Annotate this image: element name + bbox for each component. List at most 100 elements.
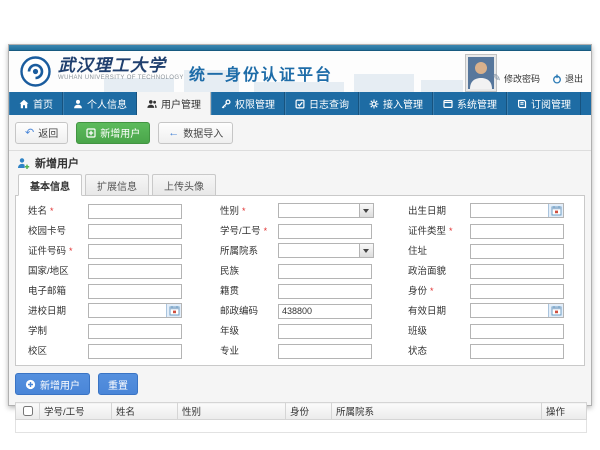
form-actions: 新增用户 重置 (9, 366, 591, 402)
status-input[interactable] (470, 344, 564, 359)
valid-date-input[interactable] (470, 303, 564, 318)
chevron-down-icon (359, 244, 373, 257)
calendar-icon[interactable] (548, 204, 563, 217)
add-user-toolbar-button[interactable]: 新增用户 (76, 122, 150, 144)
birth-date-input[interactable] (470, 203, 564, 218)
back-button[interactable]: ↶ 返回 (15, 122, 68, 144)
identity-input[interactable] (470, 284, 564, 299)
department-select[interactable] (278, 243, 374, 258)
pencil-icon: ✎ (493, 73, 501, 84)
entry-date-input[interactable] (88, 303, 182, 318)
study-length-input[interactable] (88, 324, 182, 339)
col-gender: 性别 (178, 403, 286, 420)
power-icon (552, 74, 562, 84)
id-number-input[interactable] (88, 244, 182, 259)
user-photo (466, 55, 496, 91)
postal-code-label: 邮政编码 (220, 303, 278, 317)
gender-label: 性别* (220, 203, 278, 217)
nav-item-system-management[interactable]: 系统管理 (433, 92, 507, 115)
skyline-decoration (421, 80, 463, 92)
campus-card-input[interactable] (88, 224, 182, 239)
name-input[interactable] (88, 204, 182, 219)
grade-input[interactable] (278, 324, 372, 339)
col-student-id: 学号/工号 (40, 403, 112, 420)
postal-code-input[interactable] (278, 304, 372, 319)
nav-item-subscription-management[interactable]: 订阅管理 (507, 92, 581, 115)
tab-label: 基本信息 (30, 178, 70, 193)
ethnicity-label: 民族 (220, 263, 278, 277)
select-all-checkbox[interactable] (23, 406, 33, 416)
campus-label: 校区 (28, 343, 88, 357)
email-input[interactable] (88, 284, 182, 299)
required-marker: * (69, 246, 73, 256)
native-place-label: 籍贯 (220, 283, 278, 297)
campus-card-label: 校园卡号 (28, 223, 88, 237)
tab-basic-info[interactable]: 基本信息 (18, 174, 82, 196)
nav-label: 个人信息 (87, 96, 127, 111)
class-input[interactable] (470, 324, 564, 339)
university-logo (20, 56, 51, 92)
name-label: 姓名* (28, 203, 88, 217)
campus-input[interactable] (88, 344, 182, 359)
email-label: 电子邮箱 (28, 283, 88, 297)
add-user-button-label: 新增用户 (100, 125, 140, 140)
calendar-icon[interactable] (166, 304, 181, 317)
add-user-icon (86, 128, 96, 138)
tab-extended-info[interactable]: 扩展信息 (85, 174, 149, 195)
nav-label: 接入管理 (383, 96, 423, 111)
grade-label: 年级 (220, 323, 278, 337)
reset-button[interactable]: 重置 (98, 373, 138, 395)
required-marker: * (430, 286, 434, 296)
nav-item-log-query[interactable]: 日志查询 (285, 92, 359, 115)
nav-item-access-management[interactable]: 接入管理 (359, 92, 433, 115)
nav-item-user-management[interactable]: 用户管理 (137, 92, 211, 115)
gender-select[interactable] (278, 203, 374, 218)
department-label: 所属院系 (220, 243, 278, 257)
system-icon (443, 99, 453, 109)
nav-label: 权限管理 (235, 96, 275, 111)
col-department: 所属院系 (332, 403, 542, 420)
id-number-label: 证件号码* (28, 243, 88, 257)
identity-label: 身份* (408, 283, 470, 297)
section-title-row: 新增用户 (9, 151, 591, 174)
university-name-en: WUHAN UNIVERSITY OF TECHNOLOGY (58, 75, 184, 81)
toolbar: ↶ 返回 新增用户 ← 数据导入 (9, 115, 591, 151)
nav-item-home[interactable]: 首页 (9, 92, 63, 115)
logout-link[interactable]: 退出 (552, 72, 583, 85)
back-button-label: 返回 (38, 125, 58, 140)
entry-date-label: 进校日期 (28, 303, 88, 317)
add-user-submit-button[interactable]: 新增用户 (15, 373, 90, 395)
country-input[interactable] (88, 264, 182, 279)
user-table: 学号/工号 姓名 性别 身份 所属院系 操作 (15, 402, 587, 433)
change-password-link[interactable]: ✎ 修改密码 (493, 72, 540, 85)
gear-icon (369, 99, 379, 109)
calendar-icon[interactable] (548, 304, 563, 317)
political-status-input[interactable] (470, 264, 564, 279)
person-icon (73, 99, 83, 109)
book-icon (517, 99, 527, 109)
nav-item-personal-info[interactable]: 个人信息 (63, 92, 137, 115)
ethnicity-input[interactable] (278, 264, 372, 279)
native-place-input[interactable] (278, 284, 372, 299)
student-id-input[interactable] (278, 224, 372, 239)
university-name-block: 武汉理工大学 WUHAN UNIVERSITY OF TECHNOLOGY (58, 56, 184, 81)
main-nav: 首页 个人信息 用户管理 权限管理 日志查询 接入管理 系统管理 订阅管理 (9, 92, 591, 115)
col-operation: 操作 (542, 403, 587, 420)
table-empty-row (16, 420, 587, 433)
id-type-input[interactable] (470, 224, 564, 239)
required-marker: * (50, 206, 54, 216)
header-links: ✎ 修改密码 退出 (493, 72, 583, 85)
change-password-label: 修改密码 (504, 72, 540, 85)
nav-label: 系统管理 (457, 96, 497, 111)
address-input[interactable] (470, 244, 564, 259)
col-identity: 身份 (286, 403, 332, 420)
tab-label: 上传头像 (164, 178, 204, 193)
platform-title: 统一身份认证平台 (189, 61, 333, 85)
nav-item-permission-management[interactable]: 权限管理 (211, 92, 285, 115)
data-import-button[interactable]: ← 数据导入 (158, 122, 233, 144)
nav-label: 用户管理 (161, 96, 201, 111)
status-label: 状态 (408, 343, 470, 357)
major-input[interactable] (278, 344, 372, 359)
basic-info-form: 姓名* 性别* 出生日期 校园卡号 学号/工号* 证件类型* 证件号码* 所属院… (15, 196, 585, 366)
tab-upload-avatar[interactable]: 上传头像 (152, 174, 216, 195)
